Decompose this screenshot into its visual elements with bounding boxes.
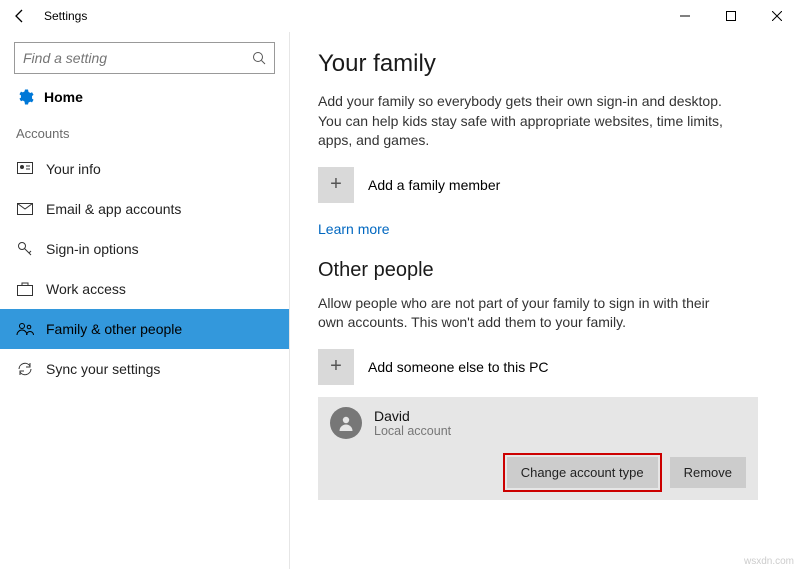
sidebar-item-work-access[interactable]: Work access [0,269,289,309]
people-icon [16,322,34,336]
window-controls [662,0,800,32]
main-panel: Your family Add your family so everybody… [290,32,800,569]
plus-icon: + [318,349,354,385]
sidebar-item-email-accounts[interactable]: Email & app accounts [0,189,289,229]
key-icon [16,241,34,257]
close-icon [772,11,782,21]
user-info: David Local account [374,408,451,438]
search-container [0,32,289,82]
sidebar-item-label: Work access [46,281,126,297]
remove-user-button[interactable]: Remove [670,457,746,488]
user-name: David [374,408,451,424]
learn-more-link[interactable]: Learn more [318,221,390,237]
add-other-label: Add someone else to this PC [368,359,549,375]
search-icon [252,51,266,65]
sidebar-section-label: Accounts [0,122,289,149]
family-description: Add your family so everybody gets their … [318,92,738,151]
home-label: Home [44,89,83,105]
add-family-member[interactable]: + Add a family member [318,167,772,203]
maximize-icon [726,11,736,21]
sidebar-item-label: Sign-in options [46,241,139,257]
user-actions: Change account type Remove [330,457,746,488]
content-area: Home Accounts Your info Email & app acco… [0,32,800,569]
other-people-heading: Other people [318,259,772,282]
person-icon [337,414,355,432]
sidebar-item-your-info[interactable]: Your info [0,149,289,189]
briefcase-icon [16,282,34,296]
title-bar: Settings [0,0,800,32]
close-button[interactable] [754,0,800,32]
search-input[interactable] [23,50,252,66]
maximize-button[interactable] [708,0,754,32]
sidebar-item-sync-settings[interactable]: Sync your settings [0,349,289,389]
sidebar-item-signin-options[interactable]: Sign-in options [0,229,289,269]
user-card[interactable]: David Local account Change account type … [318,397,758,500]
sync-icon [16,361,34,377]
sidebar: Home Accounts Your info Email & app acco… [0,32,290,569]
sidebar-nav: Your info Email & app accounts Sign-in o… [0,149,289,389]
plus-icon: + [318,167,354,203]
change-account-type-button[interactable]: Change account type [507,457,658,488]
mail-icon [16,203,34,215]
sidebar-item-label: Family & other people [46,321,182,337]
person-card-icon [16,162,34,176]
avatar [330,407,362,439]
gear-icon [16,88,34,106]
sidebar-item-label: Sync your settings [46,361,160,377]
window-title: Settings [40,9,662,23]
minimize-icon [680,11,690,21]
sidebar-item-family-people[interactable]: Family & other people [0,309,289,349]
sidebar-item-label: Email & app accounts [46,201,181,217]
sidebar-item-label: Your info [46,161,101,177]
user-account-type: Local account [374,424,451,438]
minimize-button[interactable] [662,0,708,32]
watermark: wsxdn.com [744,556,794,567]
add-other-user[interactable]: + Add someone else to this PC [318,349,772,385]
search-box[interactable] [14,42,275,74]
other-people-description: Allow people who are not part of your fa… [318,294,738,333]
home-nav[interactable]: Home [0,82,289,122]
back-button[interactable] [0,8,40,24]
family-heading: Your family [318,50,772,78]
arrow-left-icon [12,8,28,24]
user-row: David Local account [330,407,746,439]
add-family-label: Add a family member [368,177,500,193]
